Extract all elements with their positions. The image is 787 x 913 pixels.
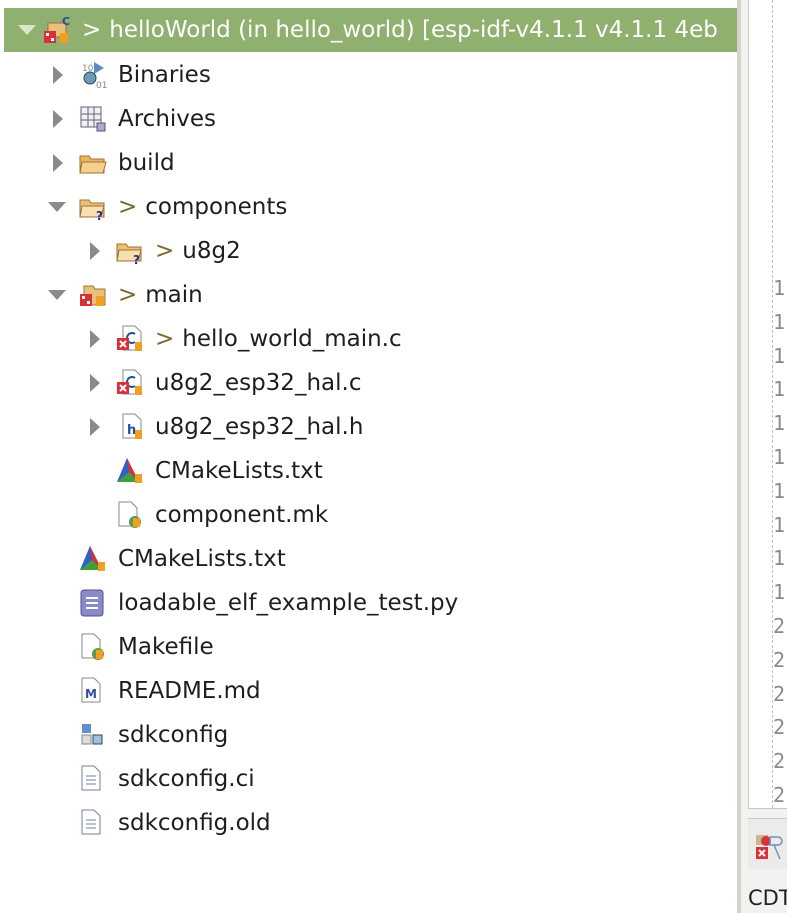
decorator-prefix: > <box>155 238 175 264</box>
line-number: 1 <box>773 478 786 503</box>
tree-item-label: Makefile <box>118 634 214 660</box>
chevron-right-icon[interactable] <box>90 418 100 436</box>
svg-text:C: C <box>62 15 70 28</box>
svg-text:M: M <box>85 687 97 701</box>
makefile-icon <box>118 501 141 528</box>
tree-item-label: CMakeLists.txt <box>155 458 323 484</box>
tree-item-project[interactable]: C > helloWorld (in hello_world) [esp-idf-… <box>4 8 737 52</box>
c-file-icon <box>117 325 142 351</box>
text-file-icon <box>81 765 101 791</box>
tree-item[interactable]: M README.md <box>0 669 737 713</box>
cmake-icon <box>80 546 105 571</box>
decorator-prefix: > <box>118 282 138 308</box>
line-number: 1 <box>773 445 786 469</box>
tree-item[interactable]: > hello_world_main.c <box>0 317 737 361</box>
bottom-panel-tab[interactable] <box>748 818 787 869</box>
line-number: 1 <box>773 580 786 605</box>
tree-item-label: u8g2_esp32_hal.h <box>155 414 364 440</box>
line-number: 1 <box>773 377 786 402</box>
tree-item-label: hello_world_main.c <box>182 326 402 352</box>
chevron-down-icon[interactable] <box>18 25 36 35</box>
folder-icon <box>79 155 107 174</box>
tree-item[interactable]: u8g2_esp32_hal.c <box>0 361 737 405</box>
tree-item[interactable]: sdkconfig <box>0 713 737 757</box>
tree-item[interactable]: h u8g2_esp32_hal.h <box>0 405 737 449</box>
line-number: 1 <box>773 309 786 334</box>
tree-item[interactable]: build <box>0 141 737 185</box>
markdown-file-icon: M <box>81 677 101 703</box>
h-file-icon: h <box>122 413 142 439</box>
tree-item-label: components <box>145 194 288 220</box>
line-number: 2 <box>773 715 786 740</box>
decorator-prefix: > <box>82 17 102 43</box>
chevron-right-icon[interactable] <box>90 330 100 348</box>
tree-item[interactable]: CMakeLists.txt <box>0 449 737 493</box>
tree-item-label: loadable_elf_example_test.py <box>118 590 459 616</box>
tree-item-label: Archives <box>118 106 217 132</box>
binaries-icon: 1001 <box>82 62 107 90</box>
tree-item[interactable]: > main <box>0 273 737 317</box>
chevron-right-icon[interactable] <box>53 110 63 128</box>
line-number: 1 <box>773 546 786 571</box>
python-file-icon <box>80 589 104 617</box>
line-number: 2 <box>773 783 786 807</box>
tree-item[interactable]: CMakeLists.txt <box>0 537 737 581</box>
folder-unknown-icon: ? <box>116 243 142 266</box>
tree-item[interactable]: ? > u8g2 <box>0 229 737 273</box>
line-number: 1 <box>773 343 786 368</box>
tree-item-label: README.md <box>118 678 261 704</box>
chevron-right-icon[interactable] <box>53 66 63 84</box>
tree-item[interactable]: sdkconfig.ci <box>0 757 737 801</box>
line-number: 1 <box>773 411 786 436</box>
cmake-icon <box>117 458 142 483</box>
tree-item-label: u8g2_esp32_hal.c <box>155 370 362 396</box>
c-file-icon <box>117 369 142 395</box>
svg-text:?: ? <box>133 253 140 266</box>
line-number: 2 <box>773 614 786 638</box>
tree-item-label: main <box>145 282 203 308</box>
chevron-right-icon[interactable] <box>53 154 63 172</box>
svg-text:h: h <box>127 423 136 438</box>
tree-item[interactable]: loadable_elf_example_test.py <box>0 581 737 625</box>
tree-item[interactable]: Makefile <box>0 625 737 669</box>
line-number: 2 <box>773 647 786 672</box>
tree-item-label: CMakeLists.txt <box>118 546 286 572</box>
tree-item-label: sdkconfig <box>118 722 229 748</box>
tree-item[interactable]: ? > components <box>0 185 737 229</box>
svg-text:?: ? <box>96 209 103 222</box>
chevron-down-icon[interactable] <box>48 290 66 300</box>
problems-icon <box>756 835 783 860</box>
tree-item[interactable]: component.mk <box>0 493 737 537</box>
svg-text:01: 01 <box>96 81 107 90</box>
line-number: 1 <box>773 512 786 537</box>
tree-item-label: build <box>118 150 175 176</box>
tree-item[interactable]: Archives <box>0 97 737 141</box>
c-project-icon: C <box>44 15 70 43</box>
line-number: 2 <box>773 681 786 706</box>
decorator-prefix: > <box>118 194 138 220</box>
tree-item-label: Binaries <box>118 62 211 88</box>
tree-item-label: u8g2 <box>182 238 241 264</box>
folder-unknown-icon: ? <box>79 199 105 222</box>
tree-item[interactable]: sdkconfig.old <box>0 801 737 845</box>
text-file-icon <box>81 809 101 835</box>
chevron-right-icon[interactable] <box>90 374 100 392</box>
archives-icon <box>80 106 106 132</box>
makefile-icon <box>81 633 104 660</box>
chevron-down-icon[interactable] <box>48 202 66 212</box>
sdkconfig-icon <box>81 724 103 745</box>
project-explorer-tree: C > helloWorld (in hello_world) [esp-idf-… <box>0 0 737 913</box>
tree-item-label: component.mk <box>155 502 329 528</box>
chevron-right-icon[interactable] <box>90 242 100 260</box>
tree-item[interactable]: 10 01 Binaries <box>0 53 737 97</box>
cdt-console-label: CDT <box>748 886 787 910</box>
tree-item-label: sdkconfig.ci <box>118 766 255 792</box>
tree-item-label: sdkconfig.old <box>118 810 271 836</box>
source-folder-icon <box>80 285 106 306</box>
line-number: 2 <box>773 749 786 774</box>
project-label: helloWorld (in hello_world) [esp-idf-v4.… <box>109 17 718 43</box>
line-number: 1 <box>773 276 786 300</box>
decorator-prefix: > <box>155 326 175 352</box>
